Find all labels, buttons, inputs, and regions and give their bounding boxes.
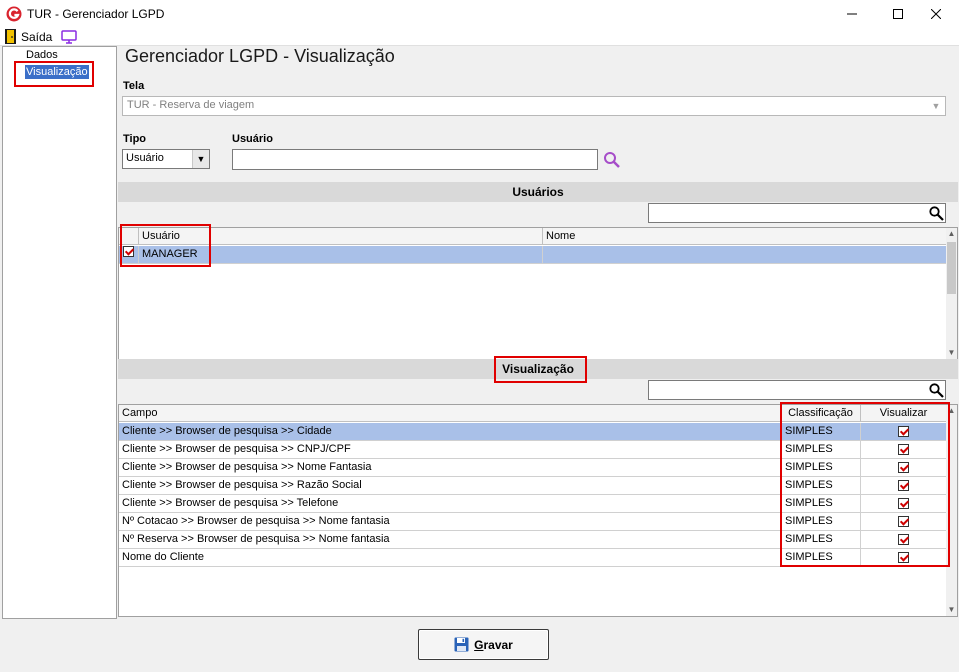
cell-classificacao: SIMPLES	[781, 531, 861, 548]
scroll-thumb[interactable]	[947, 242, 956, 294]
table-row[interactable]: MANAGER	[119, 246, 947, 264]
scroll-down-icon[interactable]: ▼	[946, 347, 957, 359]
cell-classificacao: SIMPLES	[781, 513, 861, 530]
menu-bar	[0, 28, 959, 46]
table-row[interactable]: Nº Reserva >> Browser de pesquisa >> Nom…	[119, 531, 947, 549]
cell-campo: Nº Cotacao >> Browser de pesquisa >> Nom…	[119, 513, 781, 530]
checkbox-checked-icon[interactable]	[898, 552, 909, 563]
cell-classificacao: SIMPLES	[781, 423, 861, 440]
checkbox-checked-icon[interactable]	[123, 246, 134, 257]
cell-visualizar[interactable]	[861, 423, 947, 440]
visualizacao-search-input[interactable]	[648, 380, 946, 400]
column-header-usuario[interactable]: Usuário	[139, 228, 543, 245]
monitor-icon[interactable]	[61, 30, 77, 47]
checkbox-checked-icon[interactable]	[898, 480, 909, 491]
cell-classificacao: SIMPLES	[781, 549, 861, 566]
cell-visualizar[interactable]	[861, 495, 947, 512]
cell-visualizar[interactable]	[861, 459, 947, 476]
cell-visualizar[interactable]	[861, 441, 947, 458]
visualizacao-section-header: Visualização	[118, 359, 958, 379]
usuario-label: Usuário	[232, 133, 273, 145]
tela-select[interactable]: TUR - Reserva de viagem	[122, 96, 946, 116]
tree-item-visualizacao[interactable]: Visualização	[25, 65, 89, 79]
checkbox-checked-icon[interactable]	[898, 498, 909, 509]
gravar-button[interactable]: Gravar	[418, 629, 549, 660]
cell-visualizar[interactable]	[861, 531, 947, 548]
column-header-campo[interactable]: Campo	[119, 405, 781, 422]
cell-classificacao: SIMPLES	[781, 459, 861, 476]
usuarios-search-input[interactable]	[648, 203, 946, 223]
visualizacao-scrollbar[interactable]: ▲ ▼	[946, 405, 957, 616]
search-icon[interactable]	[929, 206, 944, 224]
table-row[interactable]: Nome do Cliente SIMPLES	[119, 549, 947, 567]
usuarios-section-header: Usuários	[118, 182, 958, 202]
app-logo-icon	[6, 6, 22, 22]
tree-item-dados[interactable]: Dados	[26, 49, 58, 61]
checkbox-checked-icon[interactable]	[898, 462, 909, 473]
row-checkbox[interactable]	[119, 246, 139, 263]
search-icon[interactable]	[603, 151, 621, 172]
cell-classificacao: SIMPLES	[781, 495, 861, 512]
column-header-nome[interactable]: Nome	[543, 228, 947, 245]
cell-visualizar[interactable]	[861, 477, 947, 494]
usuarios-grid[interactable]: Usuário Nome MANAGER ▲ ▼	[118, 227, 958, 360]
navigation-tree	[2, 46, 117, 619]
visualizacao-grid[interactable]: Campo Classificação Visualizar Cliente >…	[118, 404, 958, 617]
chevron-down-icon[interactable]: ▼	[927, 97, 945, 115]
table-row[interactable]: Cliente >> Browser de pesquisa >> Telefo…	[119, 495, 947, 513]
scroll-up-icon[interactable]: ▲	[946, 228, 957, 240]
cell-campo: Cliente >> Browser de pesquisa >> Telefo…	[119, 495, 781, 512]
table-row[interactable]: Cliente >> Browser de pesquisa >> Nome F…	[119, 459, 947, 477]
window-title: TUR - Gerenciador LGPD	[27, 7, 165, 21]
exit-menu-item[interactable]: Saída	[21, 30, 52, 44]
cell-campo: Nº Reserva >> Browser de pesquisa >> Nom…	[119, 531, 781, 548]
gravar-label: Gravar	[474, 637, 513, 652]
search-icon[interactable]	[929, 383, 944, 401]
visualizacao-grid-header: Campo Classificação Visualizar	[119, 405, 947, 422]
table-row[interactable]: Cliente >> Browser de pesquisa >> Cidade…	[119, 423, 947, 441]
cell-usuario: MANAGER	[139, 246, 543, 263]
table-row[interactable]: Cliente >> Browser de pesquisa >> CNPJ/C…	[119, 441, 947, 459]
cell-classificacao: SIMPLES	[781, 477, 861, 494]
scroll-up-icon[interactable]: ▲	[946, 405, 957, 417]
cell-campo: Cliente >> Browser de pesquisa >> Cidade	[119, 423, 781, 440]
cell-campo: Cliente >> Browser de pesquisa >> Nome F…	[119, 459, 781, 476]
usuario-input[interactable]	[232, 149, 598, 170]
cell-visualizar[interactable]	[861, 549, 947, 566]
cell-campo: Cliente >> Browser de pesquisa >> CNPJ/C…	[119, 441, 781, 458]
usuarios-scrollbar[interactable]: ▲ ▼	[946, 228, 957, 359]
page-title: Gerenciador LGPD - Visualização	[125, 46, 395, 66]
checkbox-checked-icon[interactable]	[898, 426, 909, 437]
minimize-button[interactable]	[829, 0, 875, 28]
usuarios-grid-header: Usuário Nome	[119, 228, 947, 245]
checkbox-checked-icon[interactable]	[898, 516, 909, 527]
table-row[interactable]: Nº Cotacao >> Browser de pesquisa >> Nom…	[119, 513, 947, 531]
cell-nome	[543, 246, 947, 263]
close-button[interactable]	[913, 0, 959, 28]
table-row[interactable]: Cliente >> Browser de pesquisa >> Razão …	[119, 477, 947, 495]
scroll-down-icon[interactable]: ▼	[946, 604, 957, 616]
exit-door-icon[interactable]	[5, 29, 16, 44]
cell-visualizar[interactable]	[861, 513, 947, 530]
column-header-classificacao[interactable]: Classificação	[781, 405, 861, 422]
chevron-down-icon[interactable]: ▼	[192, 150, 209, 168]
cell-campo: Nome do Cliente	[119, 549, 781, 566]
floppy-disk-icon	[454, 637, 469, 652]
cell-campo: Cliente >> Browser de pesquisa >> Razão …	[119, 477, 781, 494]
checkbox-checked-icon[interactable]	[898, 534, 909, 545]
header-checkbox-column	[119, 228, 139, 245]
tipo-label: Tipo	[123, 133, 147, 145]
column-header-visualizar[interactable]: Visualizar	[861, 405, 947, 422]
tela-label: Tela	[123, 80, 145, 92]
checkbox-checked-icon[interactable]	[898, 444, 909, 455]
cell-classificacao: SIMPLES	[781, 441, 861, 458]
